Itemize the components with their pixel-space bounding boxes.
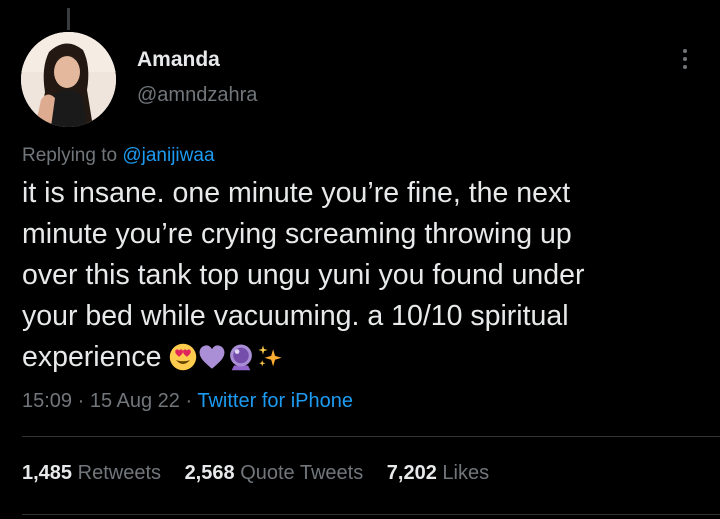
more-vertical-icon-dot	[683, 49, 687, 53]
tweet-stats: 1,485 Retweets 2,568 Quote Tweets 7,202 …	[22, 462, 507, 485]
likes-count: 7,202	[386, 462, 437, 484]
thread-connector-line	[67, 8, 70, 30]
more-vertical-icon-dot	[683, 65, 687, 69]
tweet-text-line: it is insane. one minute you’re fine, th…	[22, 177, 571, 209]
replying-to: Replying to @janijiwaa	[22, 145, 215, 167]
tweet-text: it is insane. one minute you’re fine, th…	[22, 173, 712, 378]
tweet-source-link[interactable]: Twitter for iPhone	[197, 390, 353, 412]
divider	[22, 436, 720, 437]
retweets-count: 1,485	[22, 462, 73, 484]
heart-eyes-emoji	[170, 343, 197, 371]
quote-tweets-stat[interactable]: 2,568 Quote Tweets	[185, 462, 364, 485]
sparkles-emoji	[258, 345, 283, 367]
quote-tweets-label: Quote Tweets	[240, 462, 364, 484]
avatar[interactable]	[21, 32, 116, 127]
quote-tweets-count: 2,568	[184, 462, 235, 484]
user-handle[interactable]: @amndzahra	[137, 84, 257, 107]
tweet-text-line: over this tank top ungu yuni you found u…	[22, 259, 585, 291]
crystal-ball-emoji	[230, 344, 253, 371]
tweet-time[interactable]: 15:09	[22, 390, 72, 412]
user-display-name[interactable]: Amanda	[137, 48, 220, 72]
tweet-timestamp: 15:09 · 15 Aug 22 · Twitter for iPhone	[22, 390, 353, 413]
tweet-text-line: minute you’re crying screaming throwing …	[22, 218, 572, 250]
avatar-photo	[21, 32, 116, 127]
retweets-stat[interactable]: 1,485 Retweets	[22, 462, 161, 485]
tweet-text-fragment: experience	[22, 341, 162, 373]
more-options-button[interactable]	[672, 44, 698, 74]
replying-to-label: Replying to	[22, 145, 123, 166]
likes-stat[interactable]: 7,202 Likes	[387, 462, 489, 485]
purple-heart-emoji	[199, 345, 225, 369]
meta-separator: ·	[179, 390, 198, 412]
more-vertical-icon-dot	[683, 57, 687, 61]
reply-mention-link[interactable]: @janijiwaa	[122, 145, 214, 166]
tweet-text-last-line: experience	[22, 337, 712, 378]
retweets-label: Retweets	[77, 462, 161, 484]
tweet-text-line: your bed while vacuuming. a 10/10 spirit…	[22, 300, 569, 332]
divider	[22, 514, 720, 515]
tweet-date[interactable]: 15 Aug 22	[90, 390, 180, 412]
likes-label: Likes	[442, 462, 490, 484]
meta-separator: ·	[72, 390, 90, 412]
